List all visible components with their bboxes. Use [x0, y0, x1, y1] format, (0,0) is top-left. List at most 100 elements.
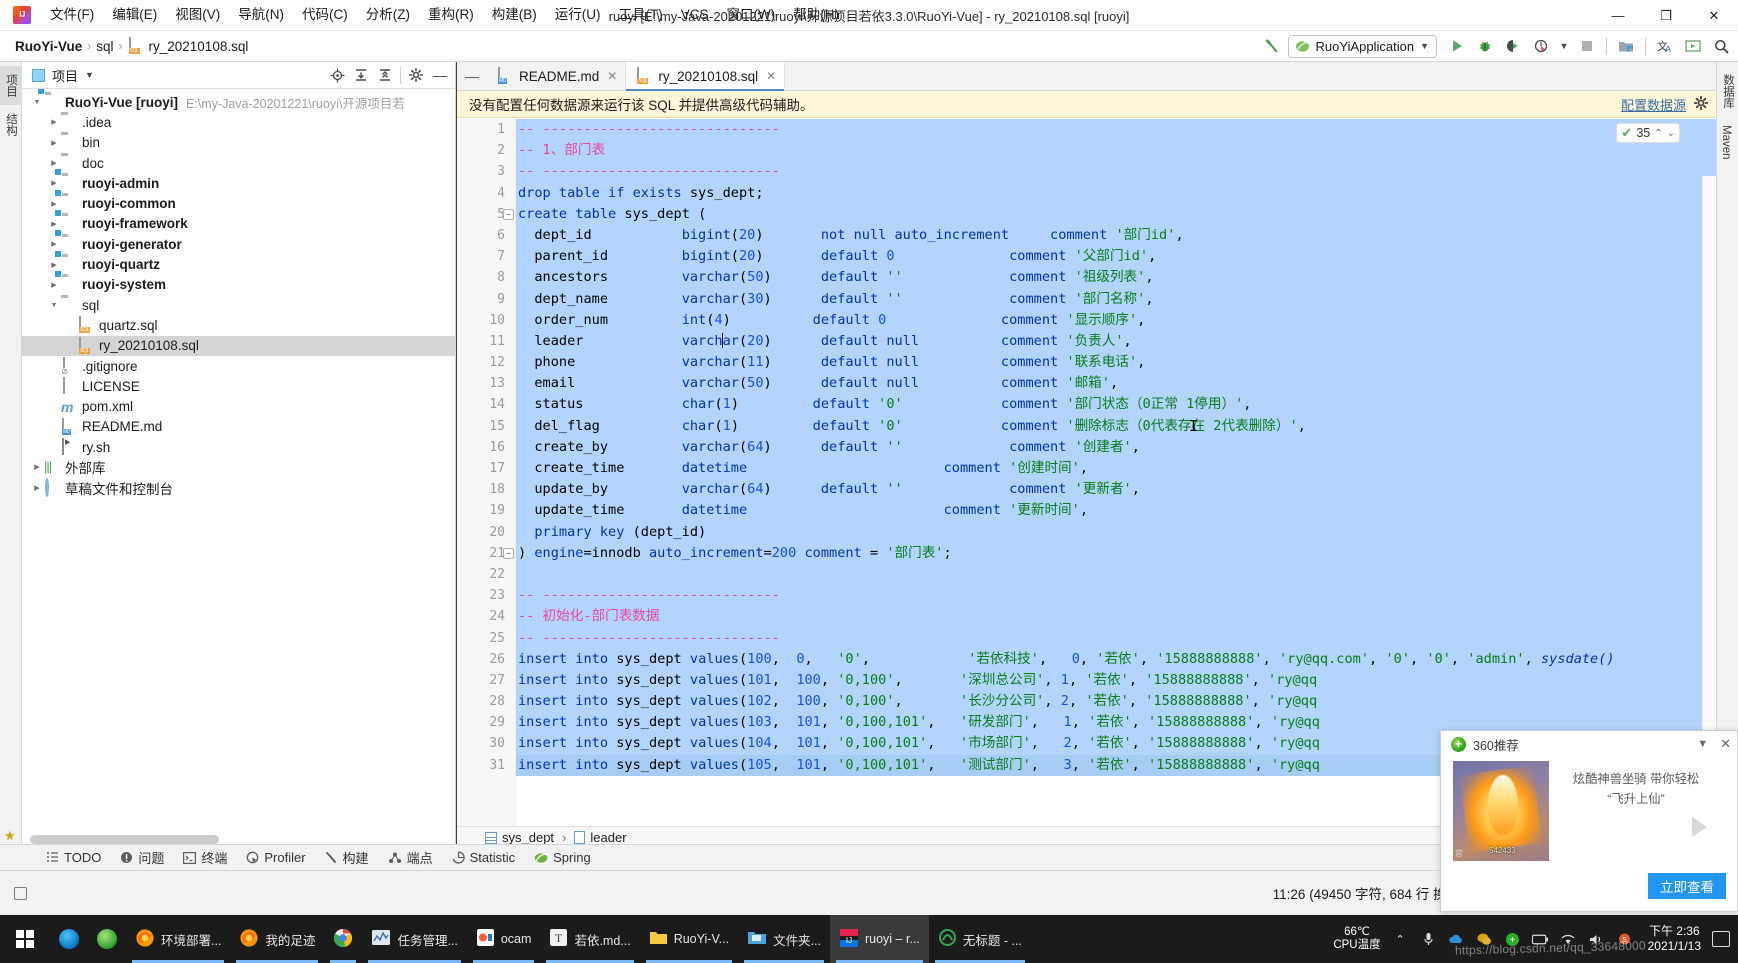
locate-file-icon[interactable]: [326, 65, 348, 85]
minimize-button[interactable]: —: [1594, 0, 1642, 31]
maximize-button[interactable]: ❐: [1642, 0, 1690, 31]
code-line[interactable]: phone varchar(11) default null comment '…: [516, 352, 1716, 374]
menu-item-7[interactable]: 构建(B): [483, 4, 546, 26]
menu-item-4[interactable]: 代码(C): [293, 4, 357, 26]
close-icon[interactable]: ✕: [766, 69, 776, 83]
tree-item-ruoyi-admin[interactable]: ▶ ruoyi-admin: [22, 173, 455, 193]
code-line[interactable]: dept_id bigint(20) not null auto_increme…: [516, 224, 1716, 247]
menu-item-3[interactable]: 导航(N): [229, 4, 293, 26]
code-line[interactable]: create_by varchar(64) default '' comment…: [516, 436, 1716, 458]
inspection-prev-icon[interactable]: ⌃: [1654, 128, 1662, 139]
mic-icon[interactable]: [1420, 931, 1437, 948]
menu-item-9[interactable]: 工具(T): [610, 4, 672, 26]
tree-item-sql[interactable]: ▼ sql: [22, 295, 455, 315]
taskbar-item-RuoYi-V...[interactable]: RuoYi-V...: [640, 915, 738, 963]
build-hammer-icon[interactable]: [1260, 34, 1286, 58]
code-line[interactable]: create table sys_dept (: [516, 203, 1716, 225]
tree-item-bin[interactable]: ▶ bin: [22, 133, 455, 153]
favorites-star-icon[interactable]: ★: [4, 828, 16, 844]
profile-button[interactable]: [1528, 34, 1554, 58]
code-line[interactable]: parent_id bigint(20) default 0 comment '…: [516, 246, 1716, 268]
breadcrumb-item-2[interactable]: ry_20210108.sql: [128, 37, 248, 54]
code-line[interactable]: insert into sys_dept values(102, 100, '0…: [516, 691, 1716, 713]
code-line[interactable]: leader varchar(20) default null comment …: [516, 330, 1716, 353]
tree-item-doc[interactable]: ▶ doc: [22, 153, 455, 173]
tree-item-.gitignore[interactable]: .gitignore: [22, 356, 455, 376]
tree-item-RuoYi-Vue [ruoyi][interactable]: ▼ RuoYi-Vue [ruoyi] E:\my-Java-20201221\ru…: [22, 92, 455, 112]
breadcrumb-item-0[interactable]: RuoYi-Vue: [15, 39, 82, 54]
editor-tab-README.md[interactable]: README.md ✕: [487, 62, 627, 90]
play-icon[interactable]: [1669, 809, 1725, 845]
taskbar-item-ocam[interactable]: ocam: [467, 915, 541, 963]
menu-item-0[interactable]: 文件(F): [41, 4, 103, 26]
code-line[interactable]: -- 初始化-部门表数据: [516, 606, 1716, 628]
taskbar-item-若依.md...[interactable]: T 若依.md...: [540, 915, 639, 963]
code-line[interactable]: -- -----------------------------: [516, 585, 1716, 607]
tree-item-ruoyi-system[interactable]: ▶ ruoyi-system: [22, 275, 455, 295]
notifications-icon[interactable]: [1712, 931, 1730, 947]
inspection-next-icon[interactable]: ⌄: [1667, 128, 1675, 139]
tool-window-button-端点[interactable]: 端点: [388, 848, 433, 867]
wechat-icon[interactable]: [1476, 931, 1493, 948]
chevron-right-icon[interactable]: ▶: [47, 118, 61, 126]
tool-window-button-问题[interactable]: 问题: [120, 848, 164, 867]
code-line[interactable]: -- 1、部门表: [516, 140, 1716, 162]
360-ad-popup[interactable]: 360推荐 ▼ ✕ 542433 官 炫酷神兽坐骑 带你轻松 “飞升上仙” 立即…: [1440, 730, 1738, 912]
structure-breadcrumb-item-leader[interactable]: leader: [574, 830, 627, 845]
configure-datasource-link[interactable]: 配置数据源: [1621, 95, 1686, 114]
ad-close-icon[interactable]: ✕: [1720, 736, 1731, 752]
chevron-down-icon[interactable]: ▼: [47, 302, 61, 309]
tree-item-README.md[interactable]: README.md: [22, 417, 455, 437]
expand-all-icon[interactable]: [350, 65, 372, 85]
tree-item-外部库[interactable]: ▶ ||| 外部库: [22, 457, 455, 477]
tree-item-pom.xml[interactable]: m pom.xml: [22, 396, 455, 416]
inspection-widget[interactable]: ✔ 35 ⌃ ⌄: [1616, 123, 1680, 143]
search-icon[interactable]: [1708, 34, 1734, 58]
taskbar-item-环境部署...[interactable]: 环境部署...: [126, 915, 230, 963]
tree-item-ry.sh[interactable]: ry.sh: [22, 437, 455, 457]
battery-icon[interactable]: [1531, 931, 1549, 948]
hide-panel-icon[interactable]: —: [429, 65, 451, 85]
taskbar-item-文件夹...[interactable]: 文件夹...: [738, 915, 830, 963]
code-fold-toggle-icon[interactable]: −: [503, 208, 514, 220]
ad-cta-button[interactable]: 立即查看: [1648, 873, 1726, 899]
debug-button[interactable]: [1472, 34, 1498, 58]
ad-collapse-icon[interactable]: ▼: [1697, 738, 1708, 750]
taskbar-edge[interactable]: [50, 915, 88, 963]
run-configuration-selector[interactable]: RuoYiApplication ▼: [1287, 34, 1437, 58]
tool-windows-toggle-icon[interactable]: [13, 886, 27, 900]
tree-item-quartz.sql[interactable]: quartz.sql: [22, 315, 455, 335]
code-line[interactable]: dept_name varchar(30) default '' comment…: [516, 288, 1716, 310]
chevron-right-icon[interactable]: ▶: [47, 159, 61, 167]
tree-item-草稿文件和控制台[interactable]: ▶ 草稿文件和控制台: [22, 477, 455, 498]
chevron-right-icon[interactable]: ▶: [47, 261, 61, 269]
taskbar-item-chrome-icon[interactable]: [324, 915, 362, 963]
360-tray-icon[interactable]: +: [1504, 931, 1521, 948]
run-with-coverage-button[interactable]: [1500, 34, 1526, 58]
tree-item-.idea[interactable]: ▶ .idea: [22, 112, 455, 132]
onedrive-icon[interactable]: [1448, 931, 1465, 948]
chevron-right-icon[interactable]: ▶: [47, 281, 61, 289]
breadcrumb-item-1[interactable]: sql: [96, 39, 113, 54]
code-line[interactable]: primary key (dept_id): [516, 521, 1716, 543]
tree-item-ruoyi-generator[interactable]: ▶ ruoyi-generator: [22, 234, 455, 254]
menu-item-5[interactable]: 分析(Z): [357, 4, 419, 26]
code-line[interactable]: ancestors varchar(50) default '' comment…: [516, 267, 1716, 289]
chevron-right-icon[interactable]: ▶: [47, 240, 61, 248]
chevron-right-icon[interactable]: ▶: [47, 139, 61, 147]
network-icon[interactable]: [1560, 931, 1577, 948]
code-line[interactable]: -- -----------------------------: [516, 161, 1716, 183]
code-line[interactable]: -- -----------------------------: [516, 627, 1716, 649]
input-method-icon[interactable]: S: [1616, 931, 1633, 948]
tool-stripe-button-数据库[interactable]: 数据库: [1717, 66, 1738, 117]
code-line[interactable]: insert into sys_dept values(101, 100, '0…: [516, 669, 1716, 692]
code-line[interactable]: del_flag char(1) default '0' comment '删除…: [516, 415, 1716, 437]
menu-item-1[interactable]: 编辑(E): [103, 4, 166, 26]
menu-item-11[interactable]: 窗口(W): [718, 4, 785, 26]
presentation-icon[interactable]: [1680, 34, 1706, 58]
close-button[interactable]: ✕: [1690, 0, 1738, 31]
notification-gear-icon[interactable]: [1693, 95, 1709, 113]
start-button[interactable]: [0, 915, 50, 963]
tool-window-button-TODO[interactable]: TODO: [46, 850, 101, 865]
taskbar-item-无标题 - ...[interactable]: 无标题 - ...: [929, 915, 1031, 963]
